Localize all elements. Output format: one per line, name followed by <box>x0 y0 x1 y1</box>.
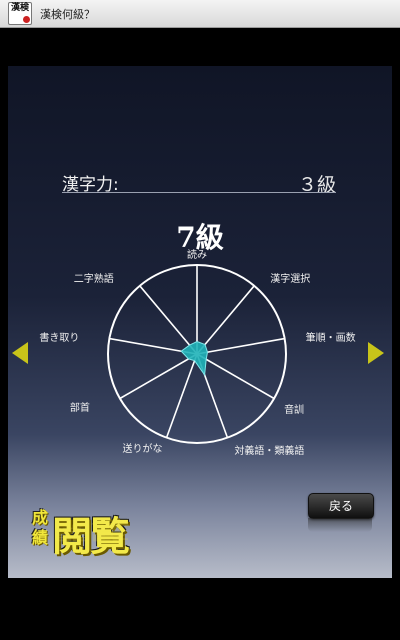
radar-spoke <box>119 353 198 400</box>
back-button[interactable]: 戻る <box>308 493 374 519</box>
radar-axis-label: 音訓 <box>284 405 305 416</box>
app-icon-mark <box>23 16 30 23</box>
app-icon: 漢検 <box>8 2 32 25</box>
radar-spoke <box>196 337 285 355</box>
radar-axis-label: 漢字選択 <box>270 274 311 286</box>
logo-small-text: 成績 <box>32 508 49 547</box>
radar-spoke <box>165 353 198 438</box>
triangle-left-icon[interactable] <box>12 342 28 364</box>
app-title: 漢検何級？ <box>40 8 95 21</box>
radar-axis-label: 送りがな <box>122 444 163 456</box>
radar-area <box>180 340 209 377</box>
radar-spoke <box>196 353 275 400</box>
radar-axis-label: 対義語・類義語 <box>234 446 305 458</box>
triangle-right-icon[interactable] <box>368 342 384 364</box>
radar-spoke <box>196 285 255 355</box>
logo-reflection: 閲覧 <box>52 520 128 544</box>
status-bar: 漢検 漢検何級？ <box>0 0 400 28</box>
radar-spoke <box>139 285 198 355</box>
radar-axis-label: 読み <box>187 249 207 261</box>
radar-axis-label: 筆順・画数 <box>305 333 356 345</box>
app-icon-text: 漢検 <box>10 3 29 13</box>
radar-axis-label: 部首 <box>69 403 90 414</box>
main-panel: 漢字力: ３級 7級 読み 漢字選択 筆順・画数 音訓 対義語・類義語 送りがな 部首 書き取… <box>8 66 392 578</box>
radar-axis-label: 二字熟語 <box>73 274 114 286</box>
radar-axis-label: 書き取り <box>39 333 80 345</box>
back-button-reflection <box>308 518 372 532</box>
results-logo: 成績 閲覧 閲覧 <box>28 502 148 578</box>
